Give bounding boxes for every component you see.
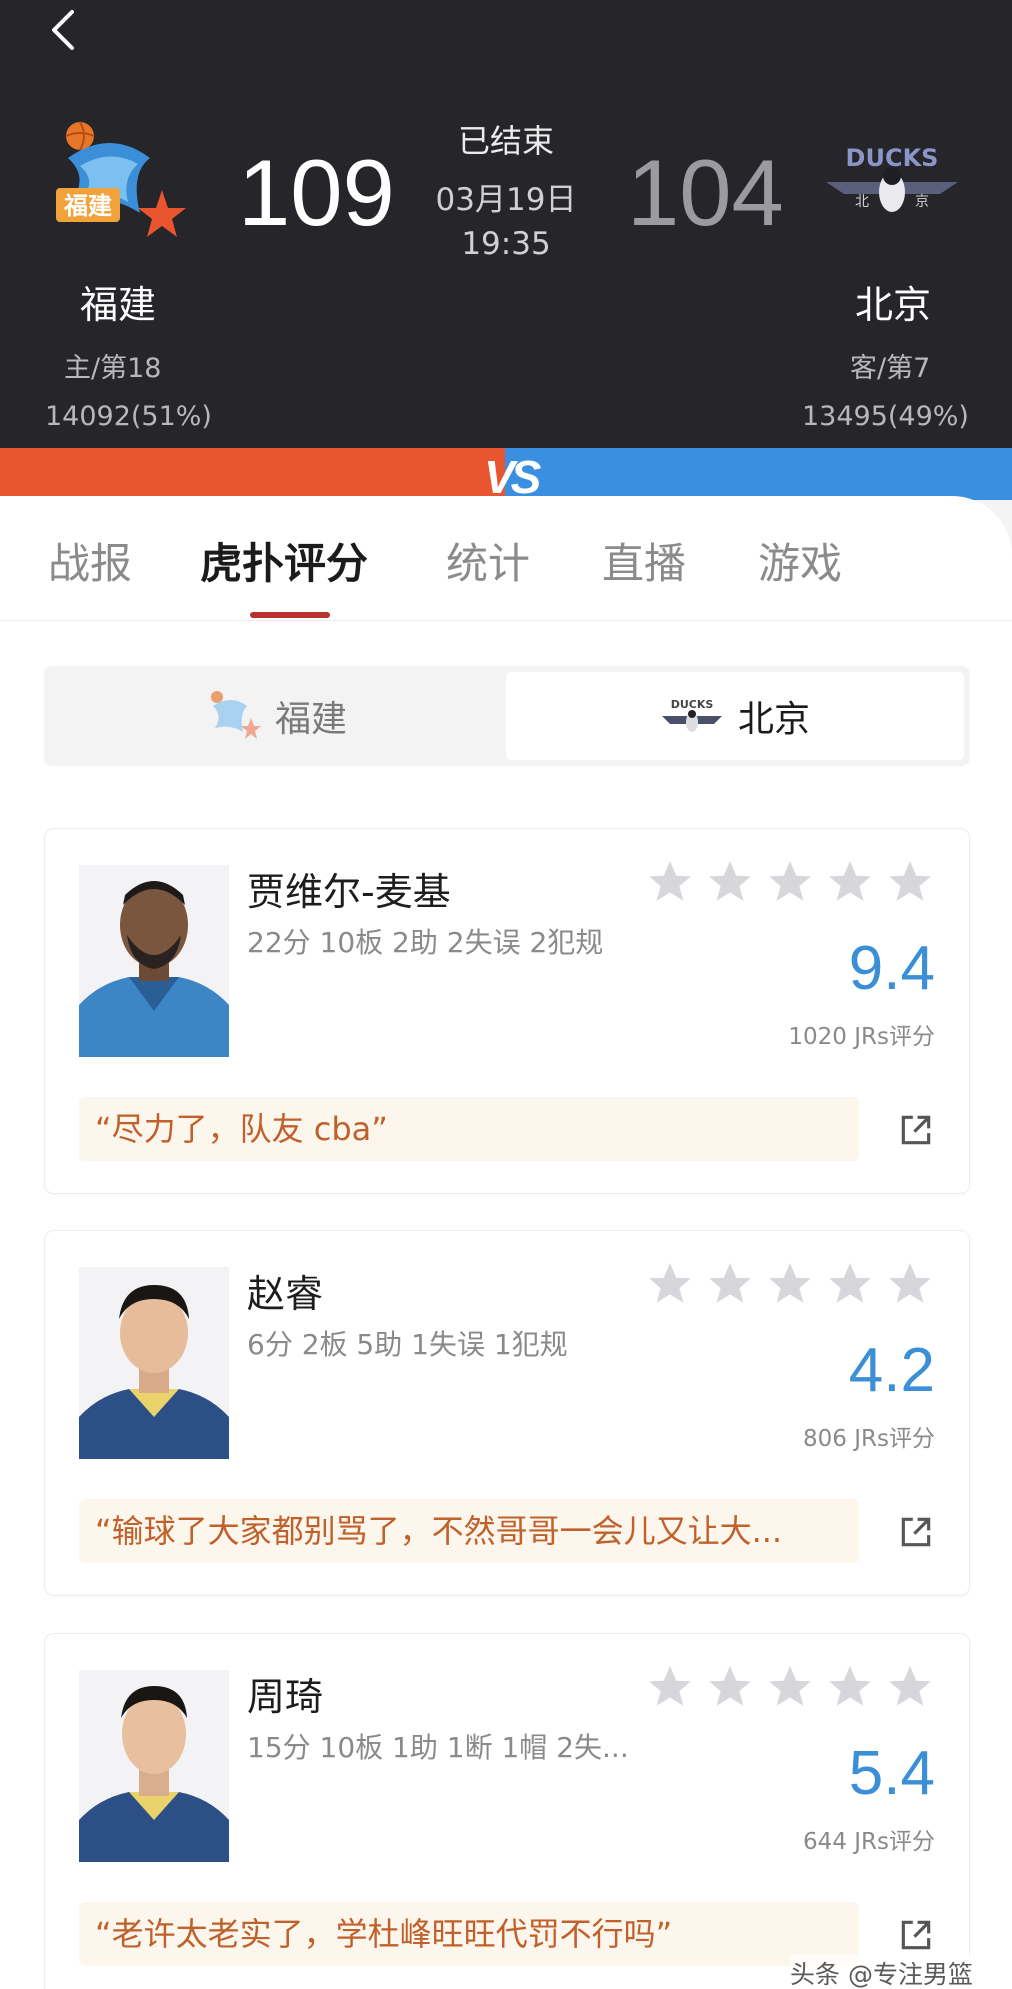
svg-text:DUCKS: DUCKS [671,698,714,711]
support-vs-bar: VS [0,448,1012,500]
watermark: 头条 @专注男篮 [790,1955,973,1989]
share-icon[interactable] [897,1916,935,1954]
away-team-mini-logo: DUCKS [661,698,722,732]
home-team-votes: 14092(51%) [45,401,212,432]
star-rating[interactable] [645,1662,935,1712]
tab-report[interactable]: 战报 [48,530,132,591]
top-comment[interactable]: “老许太老实了，学杜峰旺旺代罚不行吗” [79,1902,859,1966]
player-card[interactable]: 赵睿 6分 2板 5助 1失误 1犯规 4.2 806 JRs评分 “输球了大家… [44,1230,970,1596]
away-team-votes: 13495(49%) [802,401,969,432]
tab-games[interactable]: 游戏 [758,530,842,591]
tab-stats[interactable]: 统计 [446,530,530,591]
rating-count: 644 JRs评分 [803,1829,935,1855]
star-icon[interactable] [825,1259,875,1309]
player-name: 赵睿 [247,1272,324,1316]
game-date: 03月19日 [435,182,577,218]
star-icon[interactable] [885,1662,935,1712]
player-stats: 15分 10板 1助 1断 1帽 2失... [247,1731,629,1764]
tab-live[interactable]: 直播 [602,530,686,591]
tab-hupu-rating[interactable]: 虎扑评分 [200,530,368,591]
player-photo [79,865,229,1057]
player-photo [79,1267,229,1459]
star-icon[interactable] [765,1662,815,1712]
home-team-name: 福建 [80,283,157,327]
star-icon[interactable] [765,857,815,907]
player-name: 贾维尔-麦基 [247,870,451,914]
active-tab-indicator [250,612,330,618]
away-team-name: 北京 [855,283,932,327]
share-icon[interactable] [897,1513,935,1551]
back-button[interactable] [40,8,84,52]
team-switch-home[interactable]: 福建 [50,672,502,760]
away-support-bar [505,448,1012,500]
team-switch-away-label: 北京 [737,699,810,740]
star-icon[interactable] [705,1662,755,1712]
player-rating: 5.4 [848,1739,935,1808]
svg-text:福建: 福建 [63,192,112,220]
player-stats: 6分 2板 5助 1失误 1犯规 [247,1328,568,1361]
star-icon[interactable] [705,1259,755,1309]
star-icon[interactable] [645,1259,695,1309]
rating-count: 1020 JRs评分 [788,1024,935,1050]
player-name: 周琦 [247,1675,324,1719]
player-rating: 9.4 [848,934,935,1003]
chevron-left-icon [52,10,74,50]
star-icon[interactable] [885,1259,935,1309]
player-card[interactable]: 贾维尔-麦基 22分 10板 2助 2失误 2犯规 9.4 1020 JRs评分… [44,828,970,1194]
svg-text:北: 北 [855,194,869,210]
match-header: 福建 福建 主/第18 14092(51%) 109 已结束 03月19日 19… [0,0,1012,448]
top-comment[interactable]: “输球了大家都别骂了，不然哥哥一会儿又让大... [79,1499,859,1563]
home-support-bar [0,448,525,500]
svg-text:京: 京 [915,194,929,210]
rating-count: 806 JRs评分 [803,1426,935,1452]
player-photo [79,1670,229,1862]
game-time: 19:35 [461,226,551,262]
star-icon[interactable] [825,857,875,907]
share-icon[interactable] [897,1111,935,1149]
player-card[interactable]: 周琦 15分 10板 1助 1断 1帽 2失... 5.4 644 JRs评分 … [44,1633,970,1989]
star-icon[interactable] [705,857,755,907]
player-rating: 4.2 [848,1336,935,1405]
away-score: 104 [627,140,784,245]
team-switch-away[interactable]: DUCKS 北京 [506,672,964,760]
star-icon[interactable] [765,1259,815,1309]
away-team-logo[interactable]: DUCKS 北 京 [822,142,962,222]
team-switch: 福建 DUCKS 北京 [44,666,970,766]
player-stats: 22分 10板 2助 2失误 2犯规 [247,926,604,959]
home-score: 109 [238,140,395,245]
vs-label: VS [484,451,541,500]
home-team-rank: 主/第18 [64,353,162,384]
game-status: 已结束 [457,122,554,160]
team-switch-home-label: 福建 [274,699,347,740]
star-icon[interactable] [645,857,695,907]
away-team-rank: 客/第7 [850,353,931,384]
star-rating[interactable] [645,1259,935,1309]
star-icon[interactable] [825,1662,875,1712]
star-icon[interactable] [645,1662,695,1712]
home-team-mini-logo [210,691,261,739]
star-rating[interactable] [645,857,935,907]
home-team-logo[interactable]: 福建 [50,118,190,253]
tab-bar: 战报 虎扑评分 统计 直播 游戏 [0,496,1012,621]
top-comment[interactable]: “尽力了，队友 cba” [79,1097,859,1161]
star-icon[interactable] [885,857,935,907]
